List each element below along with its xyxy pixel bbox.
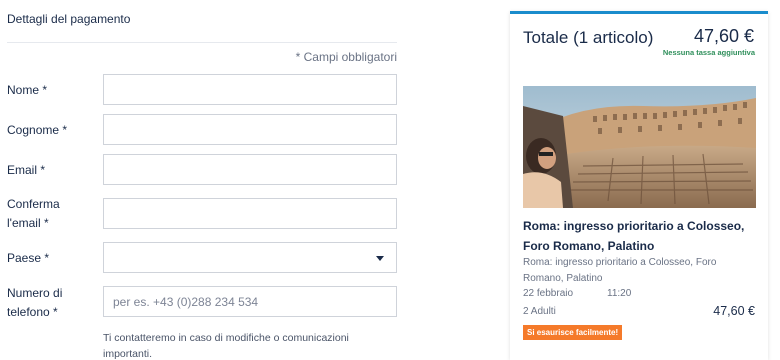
required-fields-note: * Campi obbligatori [295,50,397,64]
last-name-label: Cognome * [7,123,68,137]
email-confirm-input[interactable] [104,199,396,228]
phone-label-line2: telefono * [7,305,58,319]
total-label: Totale (1 articolo) [523,28,654,47]
item-price: 47,60 € [713,304,755,318]
total-price: 47,60 € [693,26,754,46]
phone-label-line1: Numero di [7,286,63,300]
tour-time: 11:20 [607,288,632,299]
phone-input[interactable] [104,287,396,316]
first-name-input[interactable] [104,75,396,104]
first-name-label: Nome * [7,83,48,97]
country-label: Paese * [7,251,50,265]
tour-subtitle: Roma: ingresso prioritario a Colosseo, F… [523,257,717,284]
email-input[interactable] [104,155,396,184]
divider [7,42,397,43]
section-title: Dettagli del pagamento [7,12,131,26]
status-badge: Si esaurisce facilmente! [523,325,623,340]
phone-helper-text: Ti contatteremo in caso di modifiche o c… [103,332,349,360]
chevron-down-icon[interactable] [376,256,384,261]
first-name-field[interactable] [103,74,397,105]
phone-field[interactable] [103,286,397,317]
last-name-input[interactable] [104,115,396,144]
payment-form: Dettagli del pagamento * Campi obbligato… [0,0,410,360]
email-confirm-label-line1: Conferma [7,197,60,211]
email-confirm-field[interactable] [103,198,397,229]
tour-title[interactable]: Roma: ingresso prioritario a Colosseo, F… [523,216,753,256]
order-summary-card: Totale (1 articolo) 47,60 € Nessuna tass… [510,11,768,360]
country-select[interactable] [103,242,397,273]
tour-date: 22 febbraio [523,288,574,299]
tour-participants: 2 Adulti [523,306,556,317]
tour-photo [523,86,756,208]
last-name-field[interactable] [103,114,397,145]
email-label: Email * [7,163,46,177]
tax-note: Nessuna tassa aggiuntiva [662,48,755,57]
email-field[interactable] [103,154,397,185]
email-confirm-label-line2: l'email * [7,216,49,230]
